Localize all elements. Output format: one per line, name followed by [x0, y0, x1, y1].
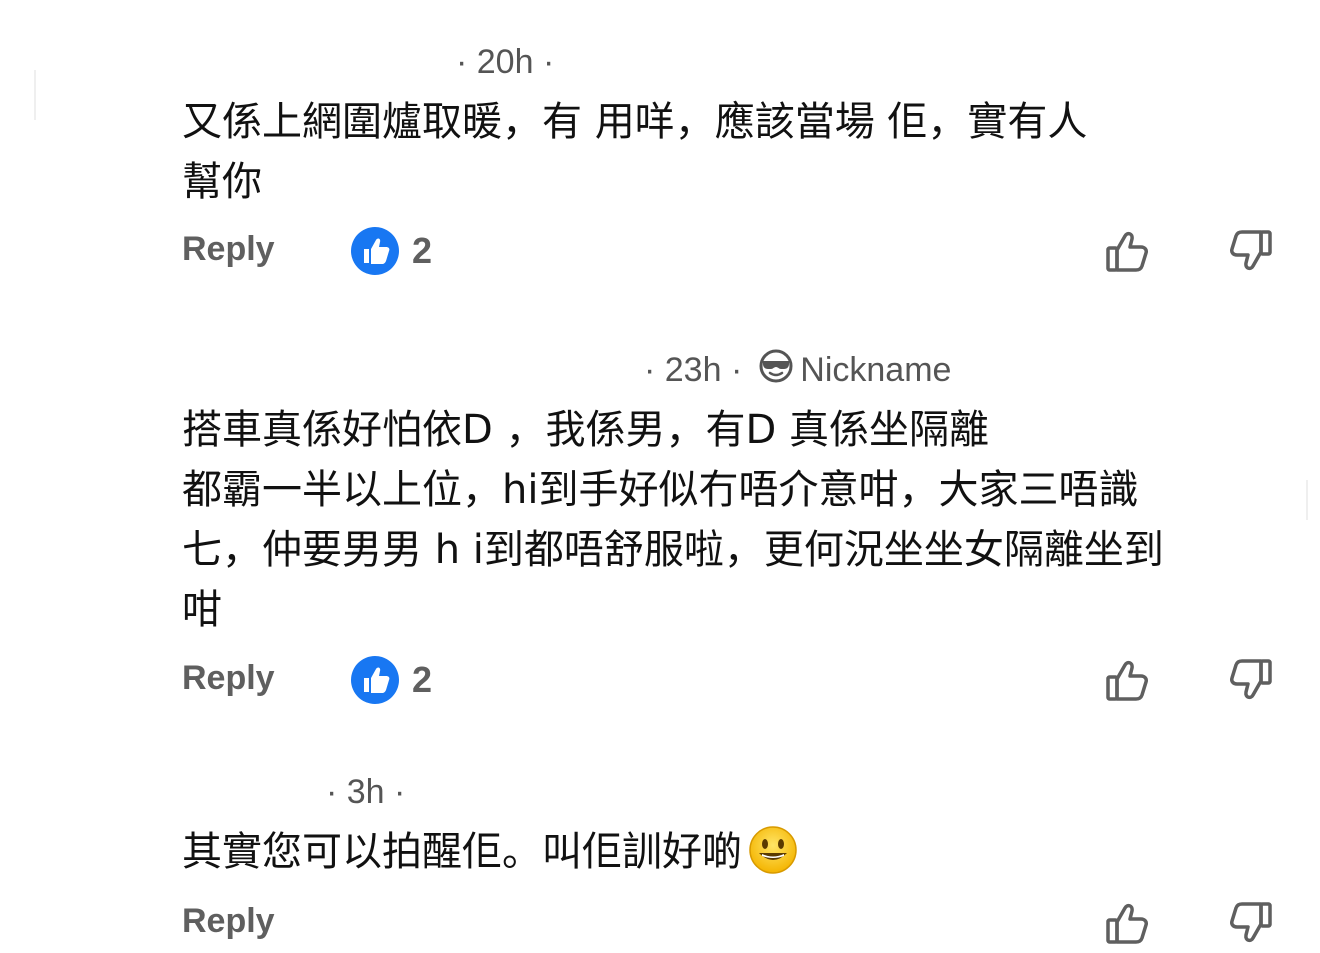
thumbs-down-icon[interactable]	[1224, 226, 1274, 276]
comment-line: 七，仲要男男 h i到都唔舒服啦，更何況坐坐女隔離坐到	[182, 527, 1164, 573]
comment-text: 其實您可以拍醒佢。叫佢訓好啲	[182, 822, 1292, 892]
comment-timestamp: · 23h ·	[644, 350, 743, 389]
thumbs-down-icon[interactable]	[1224, 898, 1274, 948]
comment-actions: Reply	[0, 898, 1320, 948]
thumbs-up-icon[interactable]	[1104, 655, 1154, 705]
edge-divider	[1306, 480, 1308, 520]
comment-text: 搭車真係好怕依D ，我係男，有D 真係坐隔離 都霸一半以上位，hi到手好似冇唔介…	[182, 400, 1292, 640]
comment-line: 都霸一半以上位，hi到手好似冇唔介意咁，大家三唔識	[182, 467, 1139, 513]
reply-button[interactable]: Reply	[182, 230, 275, 269]
comment-timestamp: · 3h ·	[326, 772, 406, 811]
nickname-badge[interactable]: Nickname	[758, 348, 951, 393]
comment-line-text: 其實您可以拍醒佢。叫佢訓好啲	[182, 829, 742, 875]
comment-line: 咁	[182, 587, 222, 633]
comment-actions: Reply 2	[0, 226, 1320, 276]
comment-line: 幫你	[182, 159, 262, 205]
comment-line: 又係上網圍爐取暖，有 用咩，應該當場 佢，實有人	[182, 99, 1088, 145]
like-badge-icon	[350, 226, 400, 276]
comment-timestamp: · 20h ·	[456, 42, 555, 81]
sunglasses-face-icon	[758, 348, 800, 393]
reply-button[interactable]: Reply	[182, 902, 275, 941]
edge-divider	[34, 70, 36, 120]
comment-line: 搭車真係好怕依D ，我係男，有D 真係坐隔離	[182, 407, 990, 453]
comment-text: 又係上網圍爐取暖，有 用咩，應該當場 佢，實有人 幫你	[182, 92, 1292, 212]
smiley-emoji-icon	[748, 825, 798, 892]
like-count: 2	[412, 230, 433, 271]
nickname-label: Nickname	[800, 350, 952, 389]
comment-line: 其實您可以拍醒佢。叫佢訓好啲	[182, 822, 1292, 892]
thumbs-up-icon[interactable]	[1104, 226, 1154, 276]
comment-actions: Reply 2	[0, 655, 1320, 705]
thumbs-up-icon[interactable]	[1104, 898, 1154, 948]
like-count: 2	[412, 659, 433, 700]
comment-meta: · 3h ·	[326, 772, 405, 812]
thumbs-down-icon[interactable]	[1224, 655, 1274, 705]
like-badge-icon	[350, 655, 400, 705]
comment-meta: · 23h · Nickname	[644, 348, 951, 393]
reply-button[interactable]: Reply	[182, 659, 275, 698]
comment-meta: · 20h ·	[456, 42, 554, 82]
